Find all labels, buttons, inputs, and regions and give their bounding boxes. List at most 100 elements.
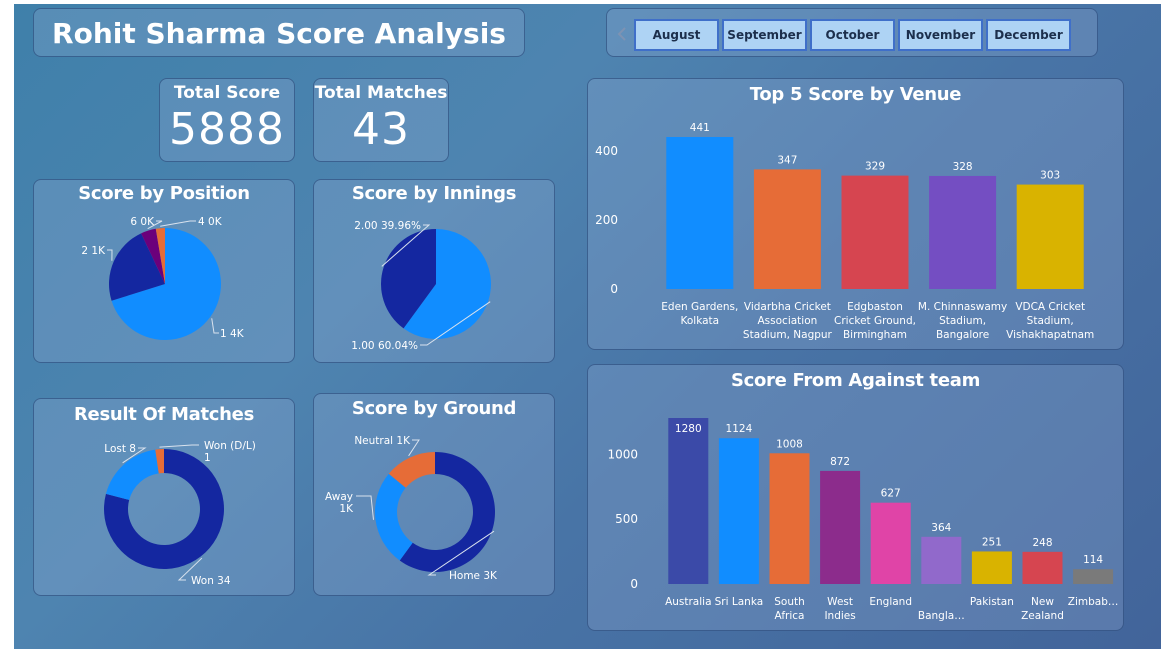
chart-team-bar-sri-lanka — [718, 438, 759, 584]
chart-team-value-zimbab: 114 — [1083, 554, 1103, 566]
against-team-card: Score From Against team 0 500 1000 1280 Aust… — [587, 364, 1124, 631]
slicer-month-november[interactable]: November — [898, 19, 983, 51]
chart-venue-category-edgbaston-cricket-ground-birmingham-2: Birmingham — [843, 329, 907, 341]
chart-team-bar-bangla — [921, 536, 962, 584]
chart-team-bar-england — [870, 502, 911, 584]
score-by-position-chart: 1 4K 2 1K 6 0K 4 0K — [81, 216, 245, 340]
chart-venue-category-vdca-cricket-stadium-vishakhapatnam-2: Vishakhapatnam — [1006, 329, 1094, 341]
slicer-month-december[interactable]: December — [986, 19, 1071, 51]
chart-team-value-sri-lanka: 1124 — [726, 423, 753, 435]
chart-team-category-west-indies-0: West — [827, 596, 853, 608]
chart-team-category-new-zealand-1: Zealand — [1021, 610, 1064, 622]
chart-venue-value-m-chinnaswamy-stadium-bangalore: 328 — [953, 161, 973, 173]
chart-team-value-south-africa: 1008 — [776, 438, 803, 450]
chart-result-label-won-d-l: Won (D/L) — [204, 440, 256, 452]
chart-venue-category-edgbaston-cricket-ground-birmingham-0: Edgbaston — [847, 301, 903, 313]
chart-venue-value-vidarbha-cricket-association-stadium-nagpur: 347 — [777, 154, 797, 166]
slicer-month-august[interactable]: August — [634, 19, 719, 51]
chart-ground-leader-away — [356, 495, 374, 520]
score-by-innings-card: Score by Innings 1.00 60.04% 2.00 39.96% — [313, 179, 555, 363]
chart-venue-category-vidarbha-cricket-association-stadium-nagpur-0: Vidarbha Cricket — [744, 301, 831, 313]
chart-team-category-south-africa-1: Africa — [775, 610, 805, 622]
chart-venue-ytick-400: 400 — [595, 144, 618, 158]
score-by-position-card: Score by Position 1 4K 2 1K 6 0K 4 0K — [33, 179, 295, 363]
chart-venue-bar-m-chinnaswamy-stadium-bangalore — [929, 175, 997, 289]
chart-team-value-bangla: 364 — [931, 522, 951, 534]
slicer-month-september[interactable]: September — [722, 19, 807, 51]
against-team-chart: 0 500 1000 1280 Australia 1124 Sri Lanka 1008 So… — [607, 418, 1119, 622]
chart-venue-category-m-chinnaswamy-stadium-bangalore-0: M. Chinnaswamy — [918, 301, 1007, 313]
slicer-prev-button[interactable] — [613, 22, 631, 46]
chart-innings-label-1-00-60-04: 1.00 60.04% — [351, 340, 418, 352]
chart-team-value-australia: 1280 — [675, 423, 702, 435]
chart-team-value-new-zealand: 248 — [1032, 537, 1052, 549]
chart-venue-category-vdca-cricket-stadium-vishakhapatnam-0: VDCA Cricket — [1015, 301, 1085, 313]
chart-innings-label-2-00-39-96: 2.00 39.96% — [354, 220, 421, 232]
total-score-value: 5888 — [169, 104, 285, 155]
chart-team-category-zimbab-0: Zimbab… — [1068, 596, 1119, 608]
chart-venue-bar-edgbaston-cricket-ground-birmingham — [841, 175, 909, 289]
dashboard-canvas: Rohit Sharma Score Analysis August Septe… — [14, 4, 1161, 649]
total-score-card: Total Score 5888 — [159, 78, 295, 162]
chart-venue-value-vdca-cricket-stadium-vishakhapatnam: 303 — [1040, 170, 1060, 182]
total-score-label: Total Score — [173, 83, 281, 103]
total-matches-card: Total Matches 43 — [313, 78, 449, 162]
chart-ground-label-away: Away — [325, 491, 353, 503]
title-card: Rohit Sharma Score Analysis — [33, 8, 525, 57]
chart-team-category-australia-0: Australia — [665, 596, 711, 608]
chart-result-leader-won-d-l — [159, 444, 199, 448]
chart-team-bar-west-indies — [820, 470, 861, 584]
chart-result-label2-won-d-l: 1 — [204, 452, 211, 464]
chart-venue-category-eden-gardens-kolkata-1: Kolkata — [681, 315, 720, 327]
chart-team-bar-south-africa — [769, 453, 810, 584]
chart-venue-value-eden-gardens-kolkata: 441 — [690, 122, 710, 134]
chart-position-label-4-0k: 4 0K — [198, 216, 223, 228]
chart-venue-category-vidarbha-cricket-association-stadium-nagpur-2: Stadium, Nagpur — [743, 329, 833, 341]
chart-team-category-pakistan-0: Pakistan — [970, 596, 1014, 608]
chart-venue-ytick-200: 200 — [595, 213, 618, 227]
chart-team-bar-australia — [668, 418, 709, 584]
chart-result-label-lost-8: Lost 8 — [104, 443, 136, 455]
chart-venue-category-edgbaston-cricket-ground-birmingham-1: Cricket Ground, — [834, 315, 916, 327]
chart-position-label-2-1k: 2 1K — [81, 245, 106, 257]
chart-team-category-england-0: England — [869, 596, 912, 608]
chart-venue-bar-vdca-cricket-stadium-vishakhapatnam — [1016, 184, 1084, 289]
chart-venue-value-edgbaston-cricket-ground-birmingham: 329 — [865, 161, 885, 173]
chart-result-slice-lost-8 — [105, 449, 159, 500]
chart-ground-label-neutral-1k: Neutral 1K — [354, 435, 411, 447]
result-of-matches-chart: Won 34 Lost 8 Won (D/L)1 — [104, 440, 256, 587]
month-slicer: August September October November Decemb… — [606, 8, 1098, 57]
page-title: Rohit Sharma Score Analysis — [52, 17, 506, 50]
slicer-month-october[interactable]: October — [810, 19, 895, 51]
chart-venue-category-vdca-cricket-stadium-vishakhapatnam-1: Stadium, — [1027, 315, 1074, 327]
chart-venue-bar-vidarbha-cricket-association-stadium-nagpur — [753, 169, 821, 289]
chart-team-ytick-0: 0 — [630, 577, 638, 591]
chart-ground-slice-away — [375, 473, 413, 561]
chart-team-ytick-500: 500 — [615, 512, 638, 526]
chart-venue-category-eden-gardens-kolkata-0: Eden Gardens, — [661, 301, 738, 313]
chart-venue-category-m-chinnaswamy-stadium-bangalore-2: Bangalore — [936, 329, 989, 341]
top-venue-card: Top 5 Score by Venue 0 200 400 441 Eden Gard… — [587, 78, 1124, 350]
chart-team-value-pakistan: 251 — [982, 536, 1002, 548]
chart-team-ytick-1000: 1000 — [607, 447, 638, 461]
chart-ground-label-home-3k: Home 3K — [449, 570, 498, 582]
chart-position-label-1-4k: 1 4K — [220, 328, 245, 340]
total-matches-label: Total Matches — [314, 83, 448, 103]
chart-position-leader-4-0k — [160, 220, 196, 227]
chart-team-bar-zimbab — [1073, 569, 1114, 584]
chart-team-category-new-zealand-0: New — [1031, 596, 1054, 608]
chart-venue-category-vidarbha-cricket-association-stadium-nagpur-1: Association — [758, 315, 818, 327]
chart-team-category-south-africa-0: South — [774, 596, 805, 608]
chevron-left-icon — [617, 27, 626, 41]
chart-position-label-6-0k: 6 0K — [130, 216, 155, 228]
chart-ground-leader-neutral-1k — [408, 439, 420, 457]
total-matches-value: 43 — [352, 104, 410, 155]
result-of-matches-card: Result Of Matches Won 34 Lost 8 Won (D/L) 1 — [33, 398, 295, 596]
chart-team-value-england: 627 — [881, 488, 901, 500]
score-by-ground-card: Score by Ground Home 3K Away 1K Neutral 1K — [313, 393, 555, 596]
chart-position-leader-1-4k — [211, 318, 219, 334]
chart-venue-ytick-0: 0 — [610, 282, 618, 296]
chart-position-leader-2-1k — [107, 249, 113, 261]
chart-venue-category-m-chinnaswamy-stadium-bangalore-1: Stadium, — [939, 315, 986, 327]
chart-venue-bar-eden-gardens-kolkata — [666, 137, 734, 289]
